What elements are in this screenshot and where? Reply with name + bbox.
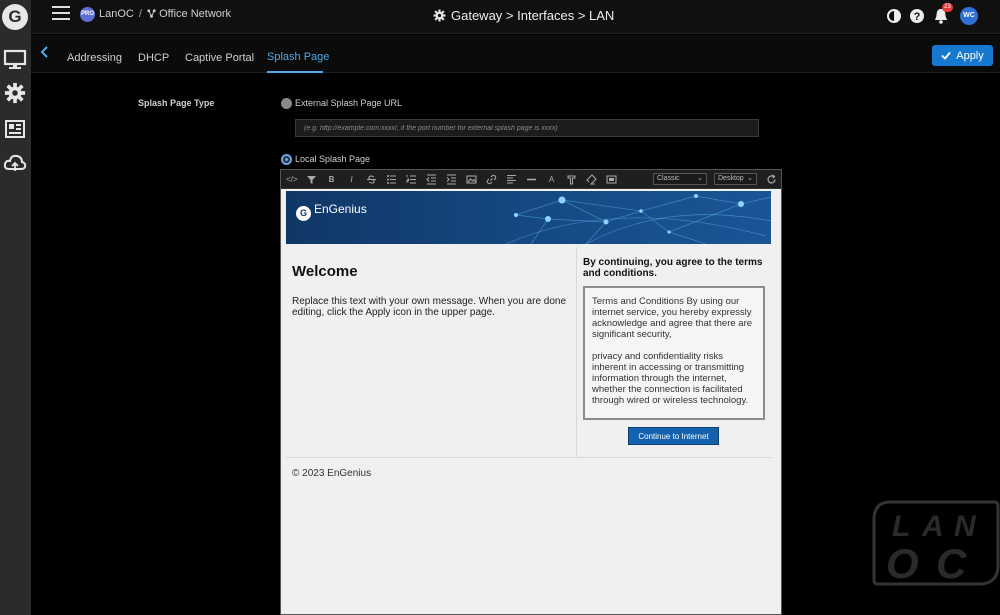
settings-gear-icon[interactable] — [3, 82, 27, 104]
local-splash-radio[interactable] — [281, 154, 292, 165]
check-icon — [941, 51, 951, 60]
clear-format-icon[interactable] — [586, 174, 597, 185]
footer-divider — [286, 457, 771, 458]
active-tab-indicator — [267, 71, 323, 73]
theme-select[interactable]: Classic ⌄ — [653, 173, 707, 185]
app-window: G PRO LanOC / Office Network Gateway > I… — [0, 0, 1000, 615]
org-name[interactable]: LanOC — [99, 8, 134, 20]
svg-text:C: C — [936, 540, 967, 587]
top-bar: PRO LanOC / Office Network Gateway > Int… — [31, 0, 1000, 34]
numbered-list-icon[interactable] — [406, 174, 417, 185]
link-icon[interactable] — [486, 174, 497, 185]
monitor-icon[interactable] — [3, 49, 27, 71]
page-breadcrumb: Gateway > Interfaces > LAN — [433, 8, 614, 23]
network-name[interactable]: Office Network — [159, 8, 231, 20]
italic-icon[interactable]: I — [346, 174, 357, 185]
engenius-logo[interactable]: G — [2, 4, 28, 30]
external-url-input[interactable] — [295, 119, 759, 137]
tab-dhcp[interactable]: DHCP — [138, 52, 169, 64]
device-select-value: Desktop — [718, 175, 744, 182]
terms-paragraph-1: Terms and Conditions By using our intern… — [592, 296, 753, 340]
image-icon[interactable] — [466, 174, 477, 185]
cloud-icon[interactable] — [3, 152, 27, 174]
network-icon — [147, 9, 156, 18]
svg-text:L: L — [892, 510, 912, 543]
indent-icon[interactable] — [446, 174, 457, 185]
engenius-brand: G EnGenius — [296, 202, 367, 221]
svg-text:N: N — [954, 510, 977, 543]
agree-text[interactable]: By continuing, you agree to the terms an… — [583, 257, 773, 279]
breadcrumb-text: Gateway > Interfaces > LAN — [451, 8, 615, 23]
terms-paragraph-2: privacy and confidentiality risks inhere… — [592, 351, 749, 406]
horizontal-rule-icon[interactable] — [526, 174, 537, 185]
welcome-message[interactable]: Replace this text with your own message.… — [292, 296, 572, 318]
pro-badge: PRO — [80, 7, 95, 22]
align-icon[interactable] — [506, 174, 517, 185]
menu-icon[interactable] — [52, 6, 70, 20]
svg-text:?: ? — [914, 11, 921, 23]
help-icon[interactable]: ? — [909, 8, 925, 24]
apply-label: Apply — [956, 49, 984, 62]
column-divider — [576, 247, 577, 457]
theme-toggle-icon[interactable] — [886, 8, 902, 24]
brand-name: EnGenius — [314, 202, 367, 216]
watermark-logo: L A N O C — [872, 500, 1000, 587]
welcome-section: Welcome Replace this text with your own … — [292, 263, 572, 318]
brand-mark: G — [296, 206, 311, 221]
apply-button[interactable]: Apply — [932, 45, 993, 66]
avatar[interactable]: WC — [960, 7, 978, 25]
left-rail: G — [0, 0, 31, 615]
editor-toolbar: </> B I A Classic ⌄ Desktop ⌄ — [281, 170, 781, 189]
external-url-radio[interactable] — [281, 98, 292, 109]
code-icon[interactable]: </> — [286, 174, 298, 185]
splash-banner: G EnGenius — [286, 191, 771, 244]
dashboard-icon[interactable] — [3, 118, 27, 140]
tab-captive-portal[interactable]: Captive Portal — [185, 52, 254, 64]
outdent-icon[interactable] — [426, 174, 437, 185]
bold-icon[interactable]: B — [326, 174, 337, 185]
format-icon[interactable] — [306, 174, 317, 185]
bullet-list-icon[interactable] — [386, 174, 397, 185]
device-select[interactable]: Desktop ⌄ — [714, 173, 757, 185]
continue-to-internet-button[interactable]: Continue to Internet — [628, 427, 719, 445]
svg-text:A: A — [921, 510, 944, 543]
tab-addressing[interactable]: Addressing — [67, 52, 122, 64]
strikethrough-icon[interactable] — [366, 174, 377, 185]
tab-bar: Addressing DHCP Captive Portal Splash Pa… — [31, 35, 1000, 73]
terms-box[interactable]: Terms and Conditions By using our intern… — [583, 286, 765, 420]
gear-icon — [433, 9, 446, 22]
terms-section: By continuing, you agree to the terms an… — [583, 257, 773, 445]
back-chevron-icon[interactable] — [40, 46, 50, 58]
copyright-text[interactable]: © 2023 EnGenius — [292, 468, 371, 479]
highlight-icon[interactable] — [566, 174, 577, 185]
external-url-label: External Splash Page URL — [295, 98, 403, 108]
org-breadcrumb: LanOC / Office Network — [99, 8, 231, 20]
font-color-icon[interactable]: A — [546, 174, 557, 185]
welcome-title[interactable]: Welcome — [292, 263, 572, 280]
notification-badge: 23 — [942, 3, 953, 12]
theme-select-value: Classic — [657, 175, 680, 182]
splash-type-label: Splash Page Type — [138, 98, 215, 108]
tab-splash-page[interactable]: Splash Page — [267, 51, 329, 63]
svg-text:O: O — [886, 540, 919, 587]
local-splash-label: Local Splash Page — [295, 154, 371, 164]
splash-editor: </> B I A Classic ⌄ Desktop ⌄ G EnGenius… — [280, 169, 782, 615]
refresh-icon[interactable] — [766, 174, 777, 185]
org-separator: / — [138, 8, 142, 20]
media-icon[interactable] — [606, 174, 617, 185]
